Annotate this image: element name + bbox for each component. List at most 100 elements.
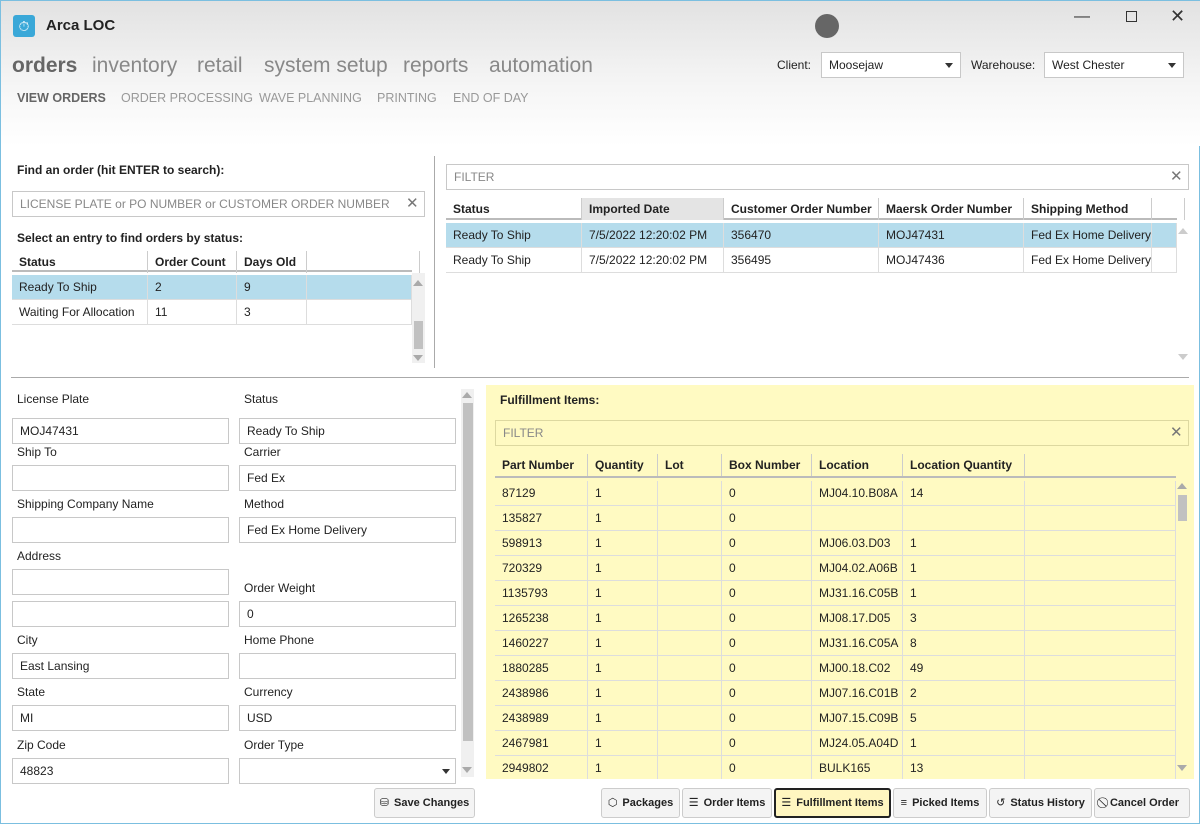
table-row[interactable]: Ready To Ship 2 9	[12, 275, 412, 300]
subnav-tab-printing[interactable]: PRINTING	[377, 91, 437, 105]
scroll-up-icon[interactable]	[1178, 228, 1188, 234]
order-weight-input[interactable]: 0	[239, 601, 456, 627]
table-row[interactable]: 135827 1 0	[495, 506, 1176, 531]
subnav-tab-view-orders[interactable]: VIEW ORDERS	[17, 91, 106, 105]
table-row[interactable]: 1265238 1 0 MJ08.17.D05 3	[495, 606, 1176, 631]
table-cell	[658, 481, 722, 505]
nav-tab-automation[interactable]: automation	[489, 54, 593, 78]
ship-to-input[interactable]	[12, 465, 229, 491]
table-row[interactable]: 1880285 1 0 MJ00.18.C02 49	[495, 656, 1176, 681]
status-history-button[interactable]: ↺ Status History	[989, 788, 1092, 818]
column-header[interactable]: Customer Order Number	[724, 198, 879, 220]
table-row[interactable]: 1135793 1 0 MJ31.16.C05B 1	[495, 581, 1176, 606]
column-header[interactable]: Shipping Method	[1024, 198, 1152, 220]
subnav-tab-wave-planning[interactable]: WAVE PLANNING	[259, 91, 362, 105]
address-input[interactable]	[12, 601, 229, 627]
table-row[interactable]: Waiting For Allocation 11 3	[12, 300, 412, 325]
table-row[interactable]: Ready To Ship 7/5/2022 12:20:02 PM 356495 M…	[446, 248, 1177, 273]
list-check-icon: ≡	[900, 797, 908, 809]
order-type-label: Order Type	[244, 738, 304, 752]
warehouse-select[interactable]: West Chester	[1044, 52, 1184, 78]
table-row[interactable]: Ready To Ship 7/5/2022 12:20:02 PM 356470 M…	[446, 223, 1177, 248]
license-plate-input[interactable]: MOJ47431	[12, 418, 229, 444]
minimize-icon[interactable]: —	[1074, 8, 1090, 26]
chevron-down-icon	[1168, 63, 1176, 68]
zip-input[interactable]: 48823	[12, 758, 229, 784]
orders-filter-input[interactable]: FILTER	[446, 164, 1189, 190]
column-header[interactable]: Location	[812, 454, 903, 476]
state-input[interactable]: MI	[12, 705, 229, 731]
nav-tab-reports[interactable]: reports	[403, 54, 468, 78]
column-header[interactable]: Order Count	[148, 251, 237, 273]
carrier-label: Carrier	[244, 445, 281, 459]
form-scrollbar[interactable]	[461, 389, 474, 777]
table-row[interactable]: 1460227 1 0 MJ31.16.C05A 8	[495, 631, 1176, 656]
order-search-input[interactable]: LICENSE PLATE or PO NUMBER or CUSTOMER O…	[12, 191, 425, 217]
maximize-icon[interactable]	[1126, 11, 1137, 22]
column-header[interactable]: Box Number	[722, 454, 812, 476]
cancel-order-button[interactable]: ⃠Cancel Order	[1094, 788, 1190, 818]
table-cell: Ready To Ship	[446, 223, 582, 247]
fulfillment-items-button[interactable]: ☰ Fulfillment Items	[774, 788, 891, 818]
table-row[interactable]: 87129 1 0 MJ04.10.B08A 14	[495, 481, 1176, 506]
table-cell: 1	[588, 581, 658, 605]
nav-tab-system-setup[interactable]: system setup	[264, 54, 388, 78]
column-header[interactable]: Location Quantity	[903, 454, 1025, 476]
method-input[interactable]: Fed Ex Home Delivery	[239, 517, 456, 543]
table-cell: 0	[722, 606, 812, 630]
table-cell: 1	[903, 581, 1025, 605]
nav-tab-inventory[interactable]: inventory	[92, 54, 177, 78]
table-cell: 598913	[495, 531, 588, 555]
city-input[interactable]: East Lansing	[12, 653, 229, 679]
table-row[interactable]: 2438986 1 0 MJ07.16.C01B 2	[495, 681, 1176, 706]
column-header[interactable]: Status	[12, 251, 148, 273]
status-input[interactable]: Ready To Ship	[239, 418, 456, 444]
horizontal-divider	[11, 377, 1189, 378]
home-phone-input[interactable]	[239, 653, 456, 679]
shipping-company-input[interactable]	[12, 517, 229, 543]
table-cell: 1	[588, 631, 658, 655]
column-header[interactable]: Status	[446, 198, 582, 220]
table-row[interactable]: 598913 1 0 MJ06.03.D03 1	[495, 531, 1176, 556]
fulfillment-filter-input[interactable]: FILTER	[495, 420, 1189, 446]
table-cell: 7/5/2022 12:20:02 PM	[582, 248, 724, 272]
order-type-input[interactable]	[239, 758, 456, 784]
table-row[interactable]: 2438989 1 0 MJ07.15.C09B 5	[495, 706, 1176, 731]
status-table-scrollbar[interactable]	[412, 273, 425, 363]
table-row[interactable]: 2949802 1 0 BULK165 13	[495, 756, 1176, 779]
clear-filter-icon[interactable]: ✕	[1170, 167, 1183, 185]
column-header[interactable]: Imported Date	[582, 198, 724, 220]
column-header[interactable]: Lot	[658, 454, 722, 476]
client-select[interactable]: Moosejaw	[821, 52, 961, 78]
column-header[interactable]: Quantity	[588, 454, 658, 476]
table-row[interactable]: 2467981 1 0 MJ24.05.A04D 1	[495, 731, 1176, 756]
carrier-input[interactable]: Fed Ex	[239, 465, 456, 491]
user-avatar-icon[interactable]	[815, 14, 839, 38]
address-input[interactable]	[12, 569, 229, 595]
nav-tab-orders[interactable]: orders	[12, 54, 77, 78]
table-cell	[658, 581, 722, 605]
clear-filter-icon[interactable]: ✕	[1170, 423, 1183, 441]
column-header[interactable]: Part Number	[495, 454, 588, 476]
scroll-down-icon[interactable]	[1178, 354, 1188, 360]
save-changes-button[interactable]: ⛁ Save Changes	[374, 788, 475, 818]
column-header[interactable]: Maersk Order Number	[879, 198, 1024, 220]
subnav-tab-end-of-day[interactable]: END OF DAY	[453, 91, 528, 105]
table-cell: Waiting For Allocation	[12, 300, 148, 324]
packages-button[interactable]: ⬡ Packages	[601, 788, 680, 818]
table-row[interactable]: 720329 1 0 MJ04.02.A06B 1	[495, 556, 1176, 581]
picked-items-button[interactable]: ≡ Picked Items	[893, 788, 987, 818]
save-label: Save Changes	[394, 797, 470, 809]
subnav-tab-order-processing[interactable]: ORDER PROCESSING	[121, 91, 253, 105]
state-value: MI	[20, 711, 34, 725]
close-icon[interactable]: ✕	[1170, 6, 1185, 27]
nav-tab-retail[interactable]: retail	[197, 54, 243, 78]
fulfillment-scrollbar[interactable]	[1176, 479, 1189, 777]
table-cell: Ready To Ship	[446, 248, 582, 272]
table-cell	[658, 706, 722, 730]
client-value: Moosejaw	[829, 58, 884, 72]
clear-search-icon[interactable]: ✕	[406, 194, 419, 212]
column-header[interactable]: Days Old	[237, 251, 307, 273]
order-items-button[interactable]: ☰ Order Items	[682, 788, 772, 818]
currency-input[interactable]: USD	[239, 705, 456, 731]
